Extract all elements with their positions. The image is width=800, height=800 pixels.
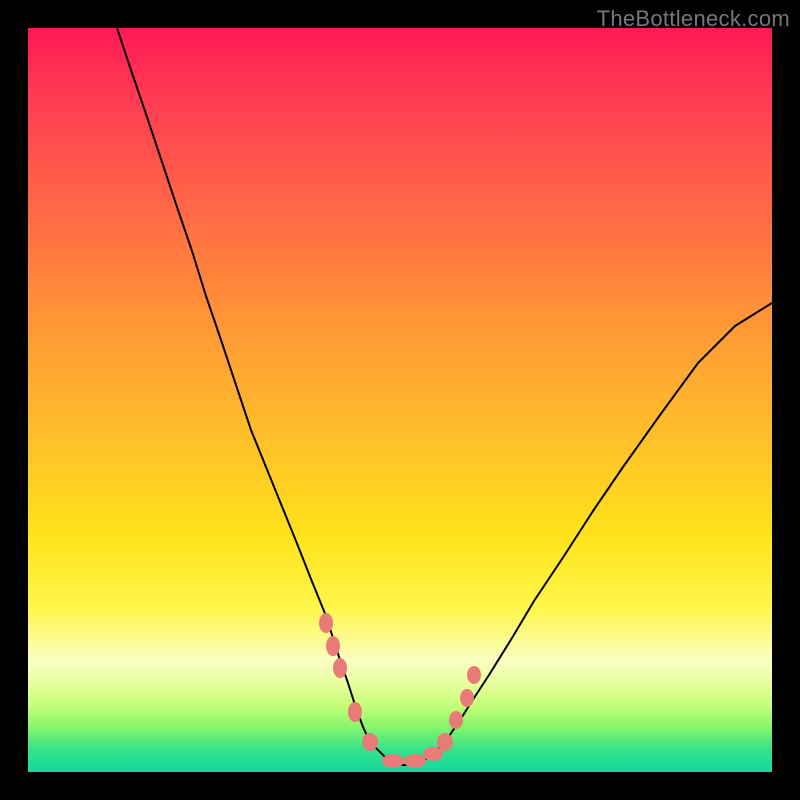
marker-group [319, 613, 481, 768]
marker-dot [460, 689, 474, 707]
marker-dot [404, 754, 426, 768]
marker-dot [437, 733, 453, 751]
marker-dot [319, 613, 333, 633]
marker-dot [326, 636, 340, 656]
plot-area [28, 28, 772, 772]
curve-svg [28, 28, 772, 772]
marker-dot [348, 702, 362, 722]
chart-frame: TheBottleneck.com [0, 0, 800, 800]
marker-dot [423, 747, 443, 761]
marker-dot [362, 733, 378, 751]
watermark-text: TheBottleneck.com [597, 6, 790, 32]
bottleneck-curve [117, 28, 772, 765]
marker-dot [467, 666, 481, 684]
marker-dot [449, 711, 463, 729]
marker-dot [382, 754, 404, 768]
marker-dot [333, 658, 347, 678]
